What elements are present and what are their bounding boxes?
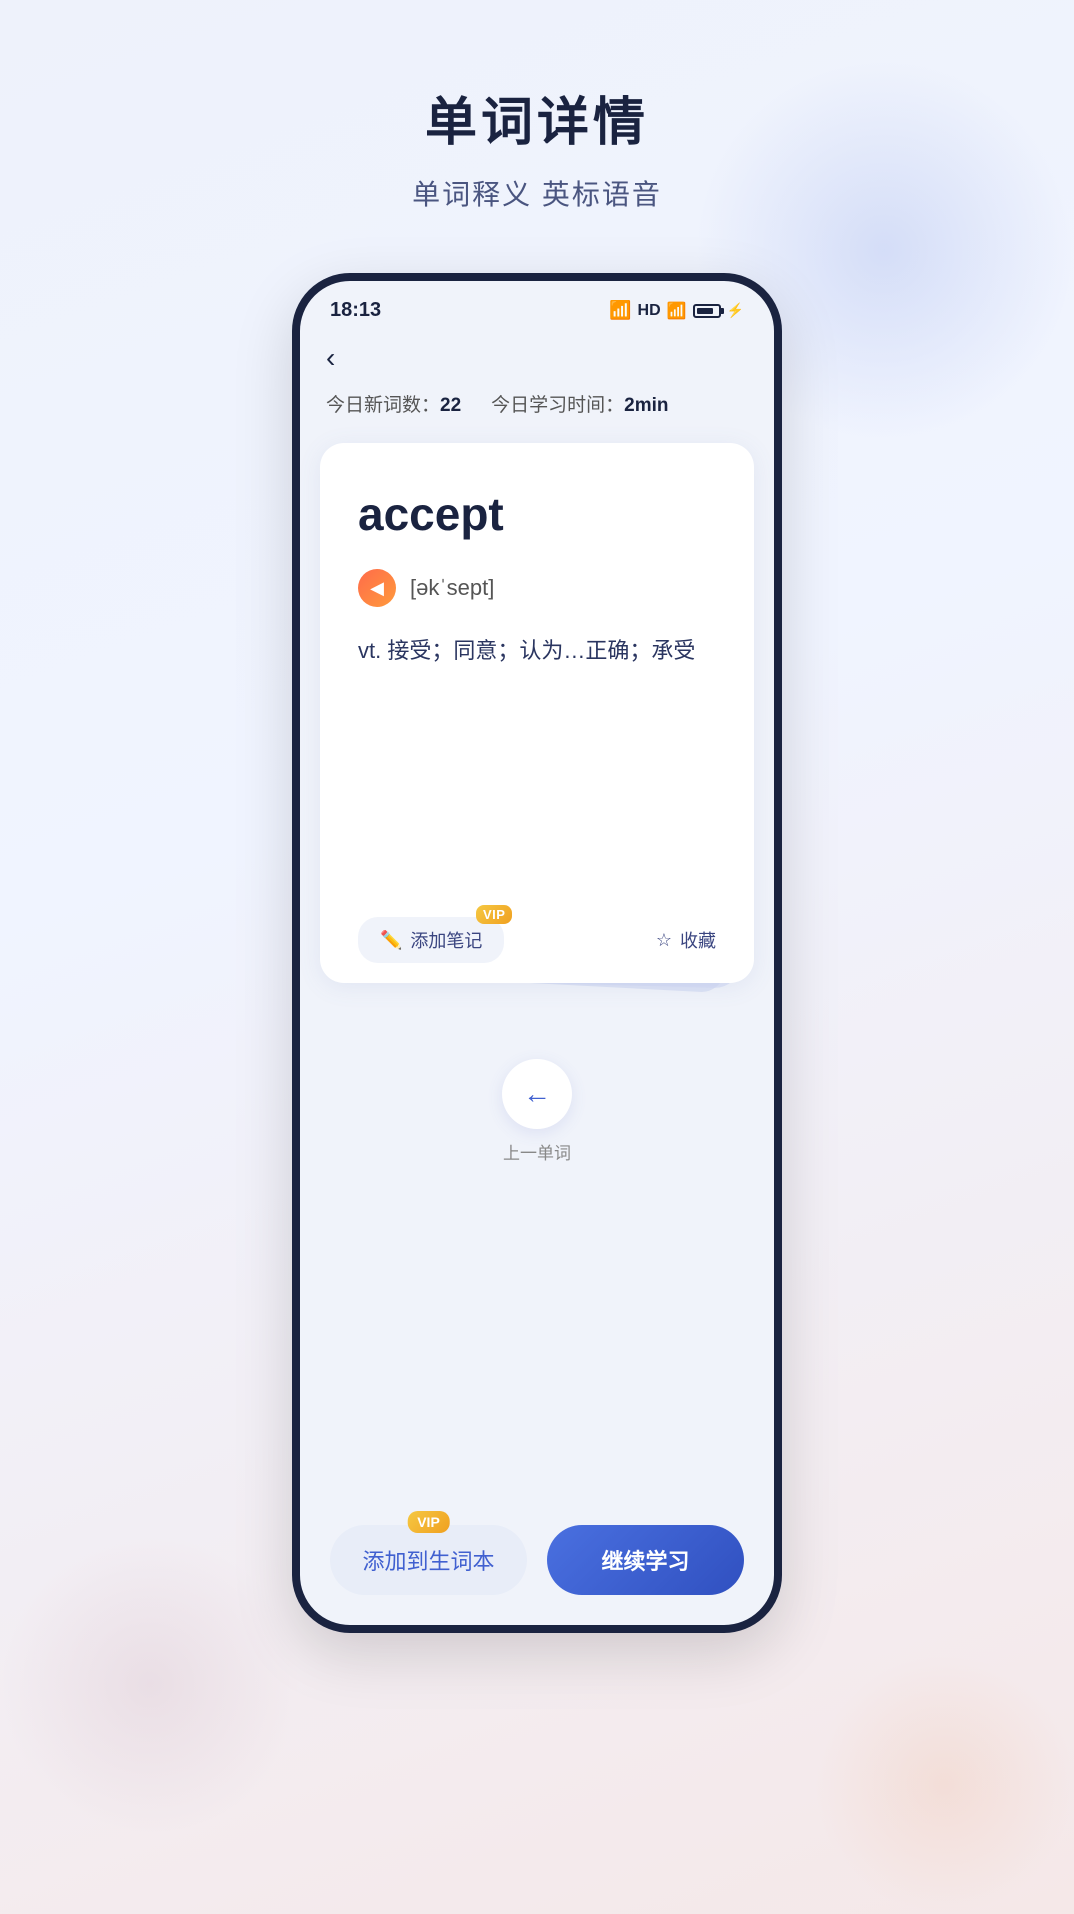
status-time: 18:13 xyxy=(330,299,381,322)
background-blob-3 xyxy=(814,1654,1074,1914)
word-card: accept ◀ [əkˈsept] vt. 接受；同意；认为…正确；承受 ✏️… xyxy=(320,443,754,983)
phone-frame: 18:13 📶 HD 📶 ⚡ ‹ 今日新词数：22 今日学习时间：2min xyxy=(292,273,782,1633)
background-blob-2 xyxy=(0,1534,300,1834)
phonetic-text: [əkˈsept] xyxy=(410,575,494,601)
status-bar: 18:13 📶 HD 📶 ⚡ xyxy=(300,281,774,332)
continue-button[interactable]: 继续学习 xyxy=(547,1525,744,1595)
add-note-button[interactable]: ✏️ 添加笔记 VIP xyxy=(358,917,504,963)
word-english: accept xyxy=(358,487,716,541)
wifi-icon: 📶 xyxy=(609,300,631,321)
hd-label: HD xyxy=(638,302,661,320)
study-time-stat: 今日学习时间：2min xyxy=(491,390,668,417)
bottom-actions: VIP 添加到生词本 继续学习 xyxy=(300,1525,774,1595)
navigation-area: ← 上一单词 xyxy=(300,1059,774,1164)
back-button[interactable]: ‹ xyxy=(300,332,774,384)
battery-icon xyxy=(693,304,721,318)
add-vocab-button[interactable]: VIP 添加到生词本 xyxy=(330,1525,527,1595)
speaker-icon: ◀ xyxy=(370,578,384,599)
note-icon: ✏️ xyxy=(380,930,402,951)
prev-word-button[interactable]: ← xyxy=(502,1059,572,1129)
back-arrow-icon: ‹ xyxy=(326,342,335,373)
left-arrow-icon: ← xyxy=(523,1078,551,1110)
word-definition: vt. 接受；同意；认为…正确；承受 xyxy=(358,631,716,671)
prev-label: 上一单词 xyxy=(503,1139,571,1164)
stats-bar: 今日新词数：22 今日学习时间：2min xyxy=(300,384,774,433)
card-actions: ✏️ 添加笔记 VIP ☆ 收藏 xyxy=(320,897,754,983)
status-icons: 📶 HD 📶 ⚡ xyxy=(609,300,744,321)
vip-badge-bottom: VIP xyxy=(407,1511,450,1533)
charge-icon: ⚡ xyxy=(727,302,744,319)
collect-button[interactable]: ☆ 收藏 xyxy=(656,927,716,953)
signal-icon: 📶 xyxy=(667,301,687,321)
card-area: accept ◀ [əkˈsept] vt. 接受；同意；认为…正确；承受 ✏️… xyxy=(320,443,754,1023)
new-words-stat: 今日新词数：22 xyxy=(326,390,461,417)
phonetic-row: ◀ [əkˈsept] xyxy=(358,569,716,607)
star-icon: ☆ xyxy=(656,930,672,951)
vip-badge: VIP xyxy=(476,905,512,924)
sound-icon[interactable]: ◀ xyxy=(358,569,396,607)
phone-wrapper: 18:13 📶 HD 📶 ⚡ ‹ 今日新词数：22 今日学习时间：2min xyxy=(0,273,1074,1633)
